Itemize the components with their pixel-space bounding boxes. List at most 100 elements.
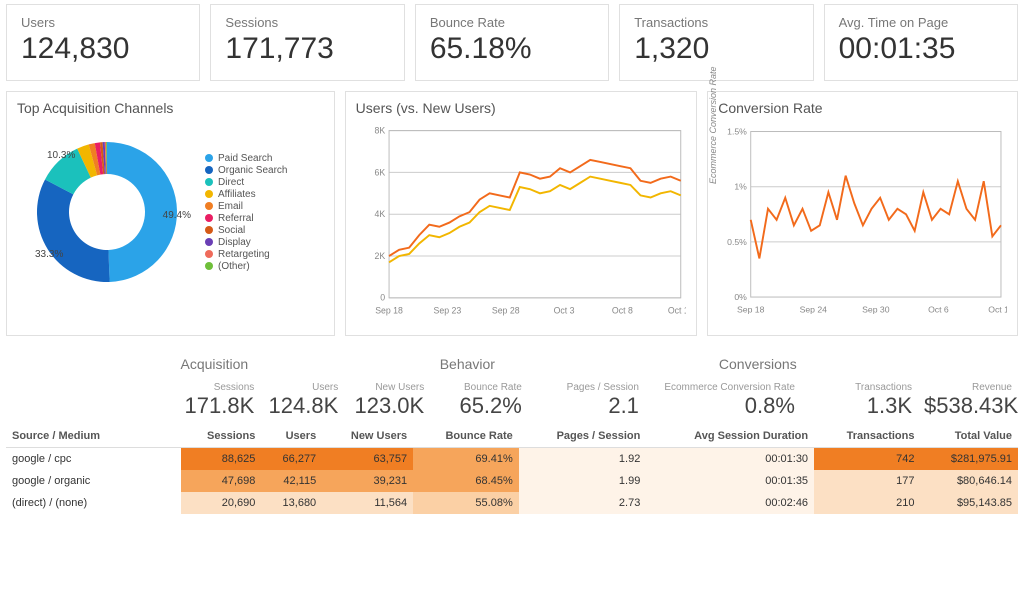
legend-item[interactable]: Direct xyxy=(205,177,287,188)
svg-text:0.5%: 0.5% xyxy=(727,237,747,247)
svg-text:Oct 6: Oct 6 xyxy=(928,304,949,314)
table-cell: 47,698 xyxy=(181,470,261,492)
table-cell: google / cpc xyxy=(6,448,181,471)
legend-label: Paid Search xyxy=(218,153,272,164)
summary-ecr: Ecommerce Conversion Rate 0.8% xyxy=(645,382,801,425)
donut-slice-label: 49.4% xyxy=(163,210,191,221)
kpi-value: 00:01:35 xyxy=(839,32,1003,66)
table-cell: 39,231 xyxy=(322,470,413,492)
chart-series xyxy=(751,176,1001,259)
table-cell: 55.08% xyxy=(413,492,519,514)
kpi-label: Users xyxy=(21,15,185,30)
donut-slice-label: 33.3% xyxy=(35,249,63,260)
th-source-medium[interactable]: Source / Medium xyxy=(6,425,181,448)
donut-slice-label: 10.3% xyxy=(47,150,75,161)
table-cell: 00:01:35 xyxy=(646,470,814,492)
table-row[interactable]: google / cpc88,62566,27763,75769.41%1.92… xyxy=(6,448,1018,471)
table-cell: $95,143.85 xyxy=(920,492,1018,514)
legend-item[interactable]: Paid Search xyxy=(205,153,287,164)
legend-swatch xyxy=(205,262,213,270)
summary-revenue: Revenue $538.43K xyxy=(918,382,1018,425)
users-line-chart: 02K4K6K8KSep 18Sep 23Sep 28Oct 3Oct 8Oct… xyxy=(356,122,687,322)
legend-label: Social xyxy=(218,225,245,236)
legend-label: Direct xyxy=(218,177,244,188)
chart-series xyxy=(389,160,681,256)
svg-text:6K: 6K xyxy=(374,167,385,177)
legend-item[interactable]: Email xyxy=(205,201,287,212)
conversion-line-chart: 0%0.5%1%1.5%Sep 18Sep 24Sep 30Oct 6Oct 1… xyxy=(718,122,1007,322)
legend-swatch xyxy=(205,178,213,186)
svg-text:Sep 24: Sep 24 xyxy=(800,304,828,314)
legend-item[interactable]: Social xyxy=(205,225,287,236)
table-cell: 69.41% xyxy=(413,448,519,471)
legend-label: Display xyxy=(218,237,251,248)
legend-swatch xyxy=(205,166,213,174)
table-row[interactable]: google / organic47,69842,11539,23168.45%… xyxy=(6,470,1018,492)
th-new-users[interactable]: New Users xyxy=(322,425,413,448)
svg-text:0%: 0% xyxy=(735,292,748,302)
donut-title: Top Acquisition Channels xyxy=(17,100,324,116)
table-cell: 42,115 xyxy=(261,470,322,492)
legend-item[interactable]: (Other) xyxy=(205,261,287,272)
table-header-row: Source / Medium Sessions Users New Users… xyxy=(6,425,1018,448)
group-behavior: Behavior xyxy=(440,348,719,382)
legend-item[interactable]: Retargeting xyxy=(205,249,287,260)
kpi-value: 171,773 xyxy=(225,32,389,66)
table-cell: 63,757 xyxy=(322,448,413,471)
legend-label: Organic Search xyxy=(218,165,287,176)
donut-panel: Top Acquisition Channels 49.4% 33.3% 10.… xyxy=(6,91,335,336)
table-cell: 2.73 xyxy=(519,492,647,514)
conversion-ylabel: Ecommerce Conversion Rate xyxy=(708,66,718,184)
svg-text:Sep 23: Sep 23 xyxy=(433,305,461,315)
th-pages-session[interactable]: Pages / Session xyxy=(519,425,647,448)
table-cell: (direct) / (none) xyxy=(6,492,181,514)
legend-item[interactable]: Referral xyxy=(205,213,287,224)
svg-text:Oct 13: Oct 13 xyxy=(668,305,687,315)
svg-text:4K: 4K xyxy=(374,209,385,219)
kpi-row: Users 124,830 Sessions 171,773 Bounce Ra… xyxy=(0,0,1024,85)
users-chart-title: Users (vs. New Users) xyxy=(356,100,687,116)
kpi-sessions: Sessions 171,773 xyxy=(210,4,404,81)
th-total-value[interactable]: Total Value xyxy=(920,425,1018,448)
legend-item[interactable]: Organic Search xyxy=(205,165,287,176)
kpi-value: 1,320 xyxy=(634,32,798,66)
th-transactions[interactable]: Transactions xyxy=(814,425,920,448)
kpi-label: Sessions xyxy=(225,15,389,30)
legend-swatch xyxy=(205,226,213,234)
summary-bounce: Bounce Rate 65.2% xyxy=(430,382,528,425)
source-medium-table: Source / Medium Sessions Users New Users… xyxy=(6,425,1018,514)
svg-text:Sep 28: Sep 28 xyxy=(492,305,520,315)
table-row[interactable]: (direct) / (none)20,69013,68011,56455.08… xyxy=(6,492,1018,514)
th-bounce-rate[interactable]: Bounce Rate xyxy=(413,425,519,448)
th-users[interactable]: Users xyxy=(261,425,322,448)
kpi-label: Bounce Rate xyxy=(430,15,594,30)
th-avg-session-duration[interactable]: Avg Session Duration xyxy=(646,425,814,448)
group-header-row: Acquisition Behavior Conversions xyxy=(6,348,1018,382)
th-sessions[interactable]: Sessions xyxy=(181,425,261,448)
kpi-users: Users 124,830 xyxy=(6,4,200,81)
kpi-label: Avg. Time on Page xyxy=(839,15,1003,30)
svg-text:1%: 1% xyxy=(735,182,748,192)
table-section: Acquisition Behavior Conversions Session… xyxy=(0,342,1024,520)
svg-text:Sep 30: Sep 30 xyxy=(862,304,890,314)
donut-chart: 49.4% 33.3% 10.3% xyxy=(17,122,197,302)
chart-series xyxy=(389,177,681,263)
legend-label: Referral xyxy=(218,213,254,224)
table-cell: 1.92 xyxy=(519,448,647,471)
legend-item[interactable]: Affiliates xyxy=(205,189,287,200)
legend-item[interactable]: Display xyxy=(205,237,287,248)
summary-pages: Pages / Session 2.1 xyxy=(528,382,645,425)
charts-row: Top Acquisition Channels 49.4% 33.3% 10.… xyxy=(0,85,1024,342)
table-cell: 177 xyxy=(814,470,920,492)
conversion-chart-title: Conversion Rate xyxy=(718,100,1007,116)
svg-text:Sep 18: Sep 18 xyxy=(737,304,765,314)
summary-sessions: Sessions 171.8K xyxy=(176,382,260,425)
legend-swatch xyxy=(205,214,213,222)
svg-text:0: 0 xyxy=(380,293,385,303)
svg-text:8K: 8K xyxy=(374,126,385,136)
donut-slice[interactable] xyxy=(37,179,110,282)
summary-trans: Transactions 1.3K xyxy=(801,382,918,425)
legend-label: Affiliates xyxy=(218,189,256,200)
table-cell: 13,680 xyxy=(261,492,322,514)
svg-text:Oct 12: Oct 12 xyxy=(988,304,1007,314)
